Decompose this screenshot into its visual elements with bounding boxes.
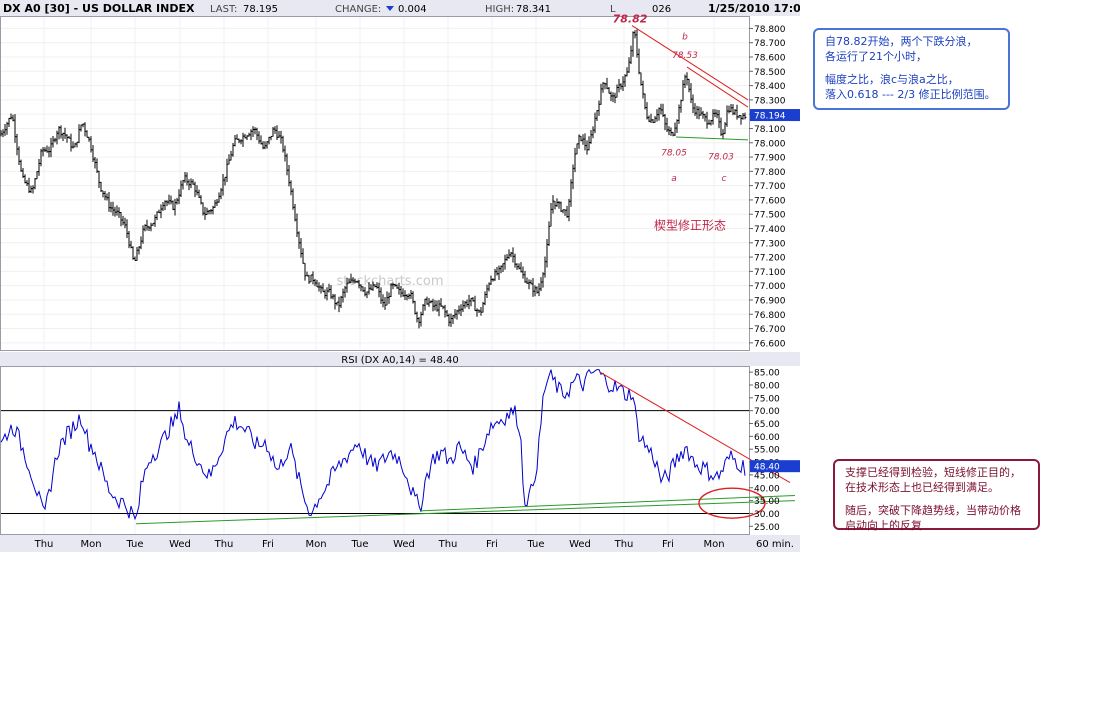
x-tick-label: Thu bbox=[614, 539, 634, 550]
note-red-line4: 启动向上的反复 bbox=[845, 519, 922, 532]
price-tick-label: 78.400 bbox=[754, 82, 786, 92]
price-last-marker-label: 78.194 bbox=[754, 112, 786, 122]
price-tick-label: 76.900 bbox=[754, 296, 786, 306]
price-tick-label: 77.800 bbox=[754, 168, 786, 178]
price-y-axis: 78.80078.70078.60078.50078.40078.30078.2… bbox=[749, 25, 800, 349]
wave-annotation: b bbox=[682, 33, 688, 43]
rsi-tick-label: 40.00 bbox=[754, 484, 780, 494]
interval-label: 60 min. bbox=[756, 539, 794, 550]
price-tick-label: 76.700 bbox=[754, 325, 786, 335]
rsi-tick-label: 25.00 bbox=[754, 523, 780, 533]
x-tick-label: Mon bbox=[305, 539, 326, 550]
high-label: HIGH: bbox=[485, 4, 514, 15]
note-blue-line2: 各运行了21个小时， bbox=[825, 50, 927, 63]
x-tick-label: Mon bbox=[80, 539, 101, 550]
wave-annotation: 78.53 bbox=[672, 51, 698, 61]
rsi-tick-label: 55.00 bbox=[754, 446, 780, 456]
x-tick-label: Wed bbox=[169, 539, 191, 550]
price-tick-label: 78.600 bbox=[754, 54, 786, 64]
x-tick-label: Tue bbox=[125, 539, 143, 550]
price-tick-label: 78.000 bbox=[754, 139, 786, 149]
x-tick-label: Wed bbox=[393, 539, 415, 550]
price-tick-label: 77.300 bbox=[754, 239, 786, 249]
note-blue-line3: 幅度之比，浪c与浪a之比， bbox=[825, 73, 959, 86]
price-tick-label: 78.700 bbox=[754, 39, 786, 49]
wave-annotation: 78.03 bbox=[708, 153, 734, 163]
rsi-title: RSI (DX A0,14) = 48.40 bbox=[341, 355, 458, 366]
price-tick-label: 77.400 bbox=[754, 225, 786, 235]
x-tick-label: Thu bbox=[214, 539, 234, 550]
chart-date: 1/25/2010 17:00 bbox=[708, 2, 800, 15]
symbol-title: DX A0 [30] - US DOLLAR INDEX bbox=[3, 2, 195, 15]
x-tick-label: Thu bbox=[438, 539, 458, 550]
rsi-tick-label: 30.00 bbox=[754, 510, 780, 520]
wave-annotation: 楔型修正形态 bbox=[654, 218, 726, 233]
last-value: 78.195 bbox=[243, 4, 278, 15]
note-blue-line1: 自78.82开始，两个下跌分浪， bbox=[825, 35, 978, 48]
price-tick-label: 77.700 bbox=[754, 182, 786, 192]
price-tick-label: 76.800 bbox=[754, 311, 786, 321]
note-red-line2: 在技术形态上也已经得到满足。 bbox=[845, 481, 999, 494]
note-blue-line4: 落入0.618 --- 2/3 修正比例范围。 bbox=[825, 88, 996, 101]
price-tick-label: 77.200 bbox=[754, 254, 786, 264]
rsi-tick-label: 45.00 bbox=[754, 471, 780, 481]
last-label: LAST: bbox=[210, 4, 237, 15]
rsi-last-marker-label: 48.40 bbox=[754, 463, 780, 473]
rsi-tick-label: 75.00 bbox=[754, 394, 780, 404]
analysis-note-blue: 自78.82开始，两个下跌分浪， 各运行了21个小时， 幅度之比，浪c与浪a之比… bbox=[813, 28, 1010, 110]
x-tick-label: Fri bbox=[262, 539, 274, 550]
x-tick-label: Mon bbox=[703, 539, 724, 550]
change-value: 0.004 bbox=[398, 4, 427, 15]
price-tick-label: 78.800 bbox=[754, 25, 786, 35]
price-tick-label: 77.900 bbox=[754, 154, 786, 164]
x-tick-label: Fri bbox=[662, 539, 674, 550]
price-tick-label: 76.600 bbox=[754, 339, 786, 349]
x-tick-label: Wed bbox=[569, 539, 591, 550]
price-tick-label: 78.300 bbox=[754, 96, 786, 106]
note-red-line1: 支撑已经得到检验，短线修正目的， bbox=[845, 466, 1021, 479]
chart-area: DX A0 [30] - US DOLLAR INDEX LAST: 78.19… bbox=[0, 0, 800, 552]
analysis-note-red: 支撑已经得到检验，短线修正目的， 在技术形态上也已经得到满足。 随后，突破下降趋… bbox=[833, 459, 1040, 532]
wave-annotation: 78.05 bbox=[661, 148, 687, 158]
rsi-tick-label: 65.00 bbox=[754, 420, 780, 430]
wave-annotation: c bbox=[722, 174, 727, 184]
rsi-tick-label: 35.00 bbox=[754, 497, 780, 507]
chart-svg: DX A0 [30] - US DOLLAR INDEX LAST: 78.19… bbox=[0, 0, 800, 552]
rsi-y-axis: 85.0080.0075.0070.0065.0060.0055.0050.00… bbox=[749, 369, 800, 533]
price-tick-label: 77.000 bbox=[754, 282, 786, 292]
x-tick-label: Fri bbox=[486, 539, 498, 550]
rsi-tick-label: 80.00 bbox=[754, 381, 780, 391]
low-value: 026 bbox=[652, 4, 671, 15]
rsi-tick-label: 60.00 bbox=[754, 433, 780, 443]
rsi-tick-label: 85.00 bbox=[754, 369, 780, 379]
rsi-tick-label: 70.00 bbox=[754, 407, 780, 417]
price-tick-label: 77.500 bbox=[754, 211, 786, 221]
price-tick-label: 77.600 bbox=[754, 196, 786, 206]
note-red-line3: 随后，突破下降趋势线，当带动价格 bbox=[845, 504, 1021, 517]
wave-annotation: a bbox=[671, 174, 677, 184]
price-tick-label: 78.500 bbox=[754, 68, 786, 78]
x-tick-label: Thu bbox=[34, 539, 54, 550]
wave-annotation: 78.82 bbox=[613, 12, 648, 25]
high-value: 78.341 bbox=[516, 4, 551, 15]
rsi-panel bbox=[0, 366, 750, 535]
price-tick-label: 78.100 bbox=[754, 125, 786, 135]
price-tick-label: 77.100 bbox=[754, 268, 786, 278]
change-label: CHANGE: bbox=[335, 4, 381, 15]
x-tick-label: Tue bbox=[350, 539, 368, 550]
x-tick-label: Tue bbox=[526, 539, 544, 550]
